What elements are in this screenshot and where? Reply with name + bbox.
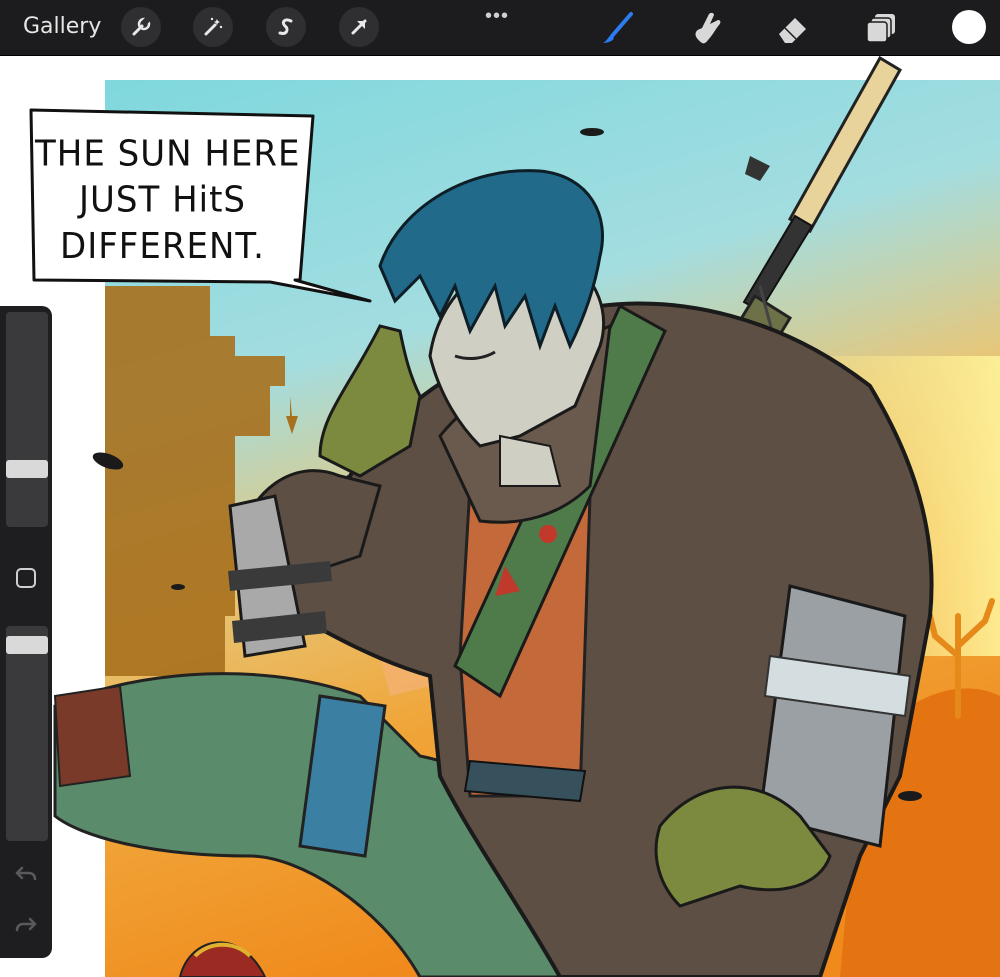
transform-button[interactable] xyxy=(339,7,379,47)
transform-arrow-icon xyxy=(351,19,367,35)
actions-button[interactable] xyxy=(121,7,161,47)
brush-size-slider[interactable] xyxy=(6,312,48,527)
layers-icon xyxy=(866,14,895,43)
magic-wand-icon xyxy=(204,17,223,36)
speech-bubble-text: THE SUN HERE JUST HitS DIFFERENT. xyxy=(35,131,301,270)
speech-line-3: DIFFERENT. xyxy=(60,225,265,268)
color-swatch[interactable] xyxy=(952,10,986,44)
selection-button[interactable] xyxy=(266,7,306,47)
opacity-handle[interactable] xyxy=(6,636,48,654)
wrench-icon xyxy=(132,16,151,36)
top-toolbar: Gallery ••• xyxy=(0,0,1000,56)
smudge-tool-button[interactable] xyxy=(688,10,724,46)
gallery-button[interactable]: Gallery xyxy=(23,14,101,39)
modify-square-icon[interactable] xyxy=(15,567,37,589)
layers-button[interactable] xyxy=(863,10,899,46)
brush-size-handle[interactable] xyxy=(6,460,48,478)
drawing-canvas[interactable]: THE SUN HERE JUST HitS DIFFERENT. xyxy=(0,56,1000,977)
adjustments-button[interactable] xyxy=(193,7,233,47)
eraser-tool-button[interactable] xyxy=(775,10,811,46)
more-options-button[interactable]: ••• xyxy=(485,5,509,28)
speech-line-1: THE SUN HERE xyxy=(35,132,301,175)
selection-s-icon xyxy=(278,18,293,35)
opacity-slider[interactable] xyxy=(6,626,48,841)
brush-tool-button[interactable] xyxy=(600,10,636,46)
redo-icon[interactable] xyxy=(14,913,38,937)
left-sidebar xyxy=(0,306,52,958)
brush-icon xyxy=(603,12,633,43)
speech-line-2: JUST HitS xyxy=(79,179,246,221)
undo-icon[interactable] xyxy=(14,862,38,886)
eraser-icon xyxy=(779,18,806,43)
smudge-icon xyxy=(695,12,721,44)
